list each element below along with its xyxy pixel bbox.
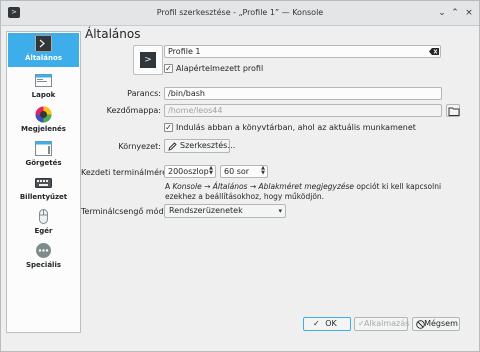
rows-value: 60 sor — [224, 167, 250, 176]
terminal-icon: > — [140, 52, 156, 68]
terminal-size-label: Kezdeti terminálméret: — [81, 168, 173, 177]
command-label: Parancs: — [127, 89, 161, 98]
columns-spinbox[interactable]: 200oszlop ▲ ▼ — [164, 165, 216, 178]
sidebar-item-label: Általános — [25, 54, 62, 62]
start-in-current-dir-label: Indulás abban a könyvtárban, ahol az akt… — [176, 123, 416, 132]
chevron-down-icon: ▾ — [278, 207, 282, 215]
pencil-icon — [168, 142, 177, 151]
columns-value: 200oszlop — [168, 167, 209, 176]
bell-mode-label: Terminálcsengő mód: — [81, 207, 167, 216]
spin-arrows-icon[interactable]: ▲ ▼ — [261, 166, 265, 176]
profile-name-value: Profile 1 — [168, 47, 201, 56]
start-dir-label: Kezdőmappa: — [106, 106, 161, 115]
minimize-icon[interactable]: ⌄ — [437, 8, 447, 18]
scrolling-icon — [35, 140, 52, 157]
default-profile-checkbox[interactable]: ✓ — [164, 64, 173, 73]
edit-environment-button[interactable]: Szerkesztés… — [164, 139, 235, 153]
sidebar-item-label: Billentyűzet — [19, 193, 68, 201]
ok-button[interactable]: ✓ OK — [303, 317, 351, 331]
edit-environment-label: Szerkesztés… — [180, 141, 236, 150]
default-profile-label: Alapértelmezett profil — [176, 64, 264, 73]
spin-arrows-icon[interactable]: ▲ ▼ — [209, 166, 213, 176]
sidebar-item-mouse[interactable]: Egér — [8, 206, 79, 240]
command-value: /bin/bash — [168, 89, 205, 98]
more-icon — [35, 242, 52, 259]
environment-label: Környezet: — [118, 142, 161, 151]
close-icon[interactable]: × — [464, 8, 474, 18]
color-palette-icon — [35, 106, 52, 123]
keyboard-icon — [35, 174, 52, 191]
clear-text-icon[interactable] — [429, 48, 439, 55]
sidebar-item-label: Görgetés — [25, 159, 62, 167]
sidebar-item-scrolling[interactable]: Görgetés — [8, 138, 79, 172]
sidebar-item-tabs[interactable]: Lapok — [8, 70, 79, 104]
cancel-label: Mégsem — [424, 319, 458, 328]
note-path-general: Általános — [212, 182, 248, 191]
profile-icon-button[interactable]: > — [133, 45, 163, 75]
rows-spinbox[interactable]: 60 sor ▲ ▼ — [220, 165, 268, 178]
note-path-remember-size: Ablakméret megjegyzése — [258, 182, 355, 191]
note-arrow: → — [201, 182, 213, 191]
page-list-sidebar: Általános Lapok Megjelenés Görgetés Bill… — [6, 31, 81, 333]
sidebar-item-label: Megjelenés — [21, 125, 66, 133]
title-bar: > Profil szerkesztése - „Profile 1” — Ko… — [1, 1, 479, 26]
mouse-icon — [35, 208, 52, 225]
note-arrow: → — [247, 182, 259, 191]
profile-editor-window: > Profil szerkesztése - „Profile 1” — Ko… — [0, 0, 480, 352]
apply-button[interactable]: ✓ Alkalmazás — [354, 317, 410, 331]
folder-icon — [448, 107, 460, 116]
terminal-size-note: A Konsole → Általános → Ablakméret megje… — [165, 182, 465, 202]
maximize-icon[interactable]: ⌃ — [450, 8, 460, 18]
sidebar-item-keyboard[interactable]: Billentyűzet — [8, 172, 79, 206]
sidebar-item-label: Lapok — [31, 91, 56, 99]
sidebar-item-general[interactable]: Általános — [8, 33, 79, 67]
command-field[interactable]: /bin/bash — [164, 87, 442, 100]
bell-mode-combobox[interactable]: Rendszerüzenetek ▾ — [164, 204, 286, 218]
browse-folder-button[interactable] — [446, 104, 460, 117]
note-path-konsole: Konsole — [172, 182, 202, 191]
start-dir-value: /home/leos44 — [168, 106, 223, 115]
start-in-current-dir-checkbox[interactable]: ✓ — [164, 123, 173, 132]
page-heading: Általános — [85, 27, 141, 41]
sidebar-item-label: Egér — [34, 227, 53, 235]
sidebar-item-advanced[interactable]: Speciális — [8, 240, 79, 274]
ok-label: OK — [325, 319, 337, 328]
tabs-icon — [35, 72, 52, 89]
cancel-icon — [416, 320, 425, 329]
start-dir-field[interactable]: /home/leos44 — [164, 104, 442, 117]
bell-mode-value: Rendszerüzenetek — [169, 206, 243, 215]
sidebar-item-appearance[interactable]: Megjelenés — [8, 104, 79, 138]
checkmark-icon: ✓ — [313, 319, 320, 328]
sidebar-item-label: Speciális — [25, 261, 62, 269]
terminal-icon — [35, 35, 52, 52]
apply-label: Alkalmazás — [364, 319, 410, 328]
checkmark-icon: ✓ — [358, 319, 365, 328]
note-prefix: A — [165, 182, 173, 191]
cancel-button[interactable]: Mégsem — [412, 317, 460, 331]
profile-name-field[interactable]: Profile 1 — [164, 45, 441, 58]
window-title: Profil szerkesztése - „Profile 1” — Kons… — [156, 8, 324, 17]
